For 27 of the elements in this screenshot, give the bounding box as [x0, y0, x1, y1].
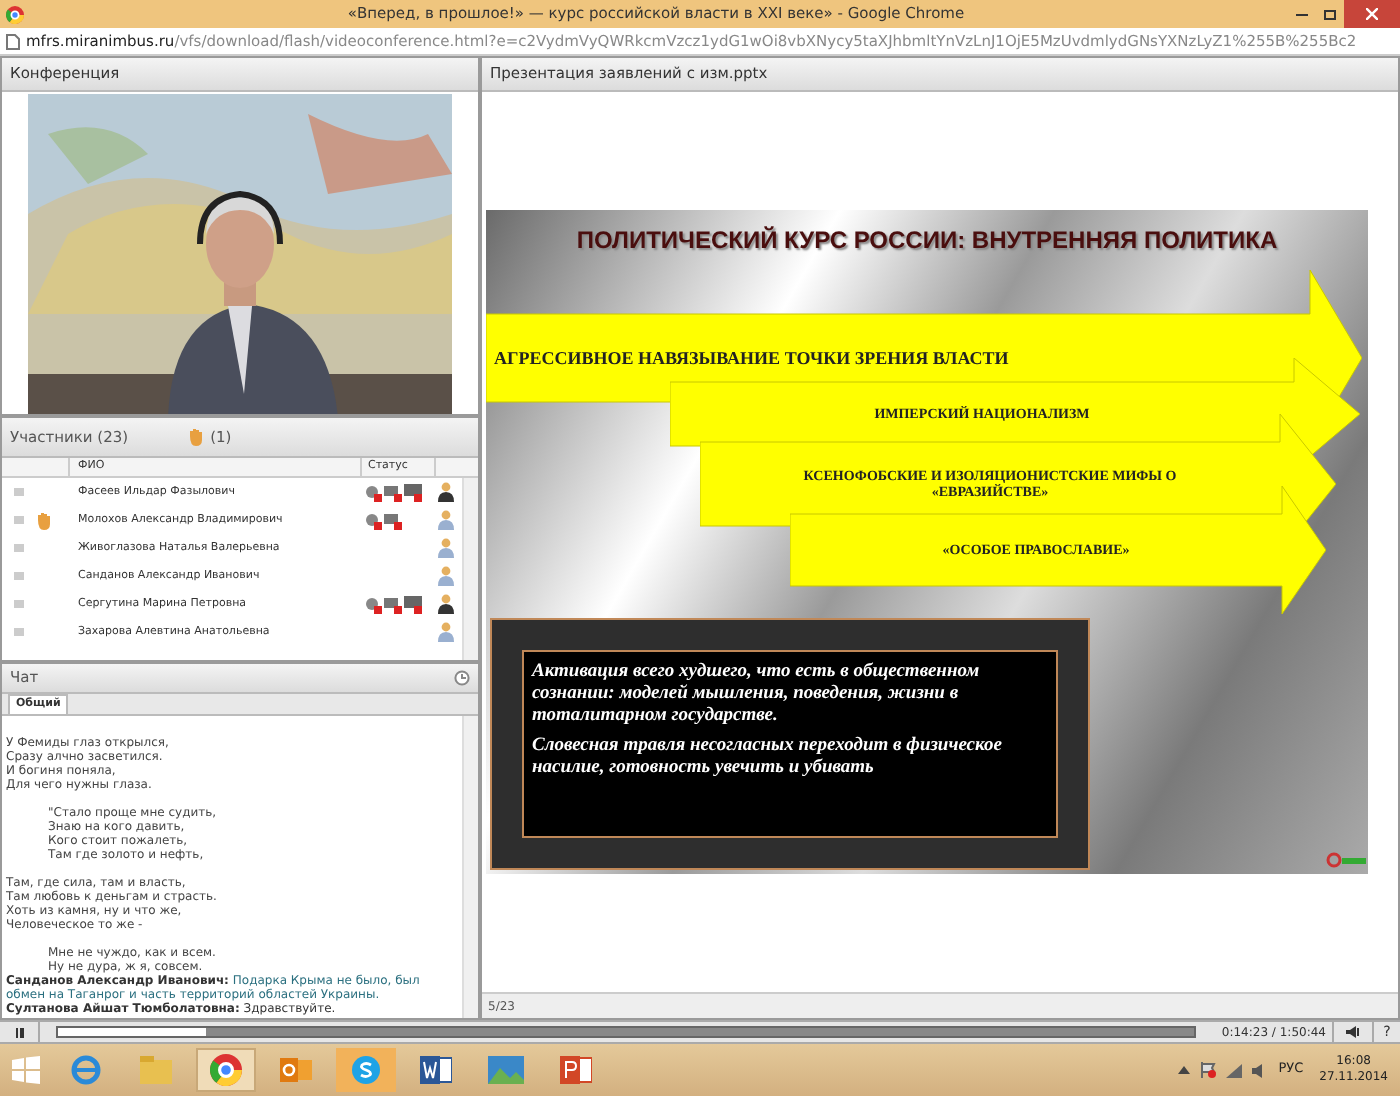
scrollbar[interactable]: [462, 716, 478, 1018]
close-icon: [1366, 8, 1378, 20]
arrow-label: АГРЕССИВНОЕ НАВЯЗЫВАНИЕ ТОЧКИ ЗРЕНИЯ ВЛАСТИ: [494, 347, 1009, 369]
chrome-logo-icon: [6, 5, 24, 23]
progress-track[interactable]: [56, 1026, 1196, 1038]
row-handle-icon[interactable]: [14, 516, 24, 524]
windows-logo-icon[interactable]: [12, 1056, 40, 1084]
row-handle-icon[interactable]: [14, 544, 24, 552]
slide-paragraph: Активация всего худшего, что есть в общественном сознании: моделей мышления, поведения, жизни в тоталитарном государстве.: [532, 662, 982, 728]
chrome-taskbar-icon[interactable]: [196, 1048, 256, 1092]
page-icon: [6, 33, 20, 49]
chevron-up-icon[interactable]: [1178, 1066, 1191, 1074]
row-handle-icon[interactable]: [14, 628, 24, 636]
logo-icon: [1326, 852, 1366, 868]
row-handle-icon[interactable]: [14, 572, 24, 580]
slide-paragraph: Словесная травля несогласных переходит в физическое насилие, готовность увечить и убивать: [532, 736, 1004, 780]
scrollbar[interactable]: [462, 478, 478, 660]
flag-icon[interactable]: [1200, 1062, 1217, 1078]
close-button[interactable]: [1344, 0, 1400, 28]
slide-title: ПОЛИТИЧЕСКИЙ КУРС РОССИИ: ВНУТРЕННЯЯ ПОЛИТИКА: [576, 224, 1278, 258]
speaker-icon: [1345, 1026, 1361, 1038]
row-handle-icon[interactable]: [14, 600, 24, 608]
clock-icon[interactable]: [454, 670, 470, 686]
row-handle-icon[interactable]: [14, 488, 24, 496]
raised-hand-icon: [188, 428, 205, 446]
signal-icon[interactable]: [1226, 1063, 1243, 1077]
skype-taskbar-icon[interactable]: [336, 1048, 396, 1092]
